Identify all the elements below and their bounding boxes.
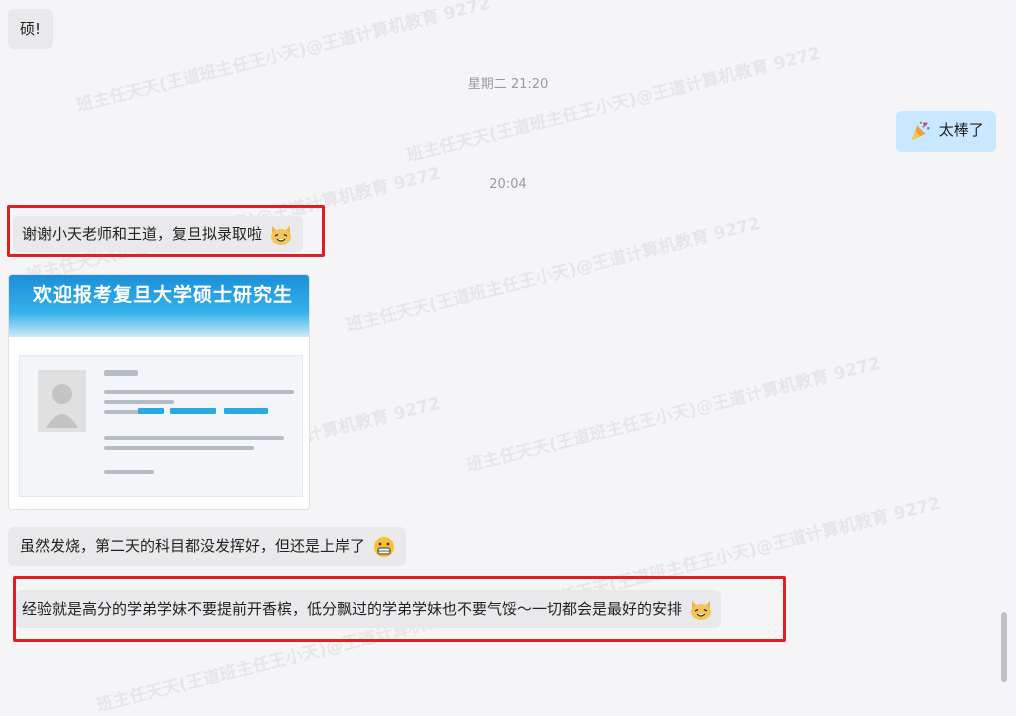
person-silhouette-icon	[46, 384, 78, 428]
party-popper-emoji-icon	[911, 121, 930, 140]
avatar-placeholder	[38, 370, 86, 432]
message-text: 虽然发烧，第二天的科目都没发挥好，但还是上岸了	[20, 537, 366, 555]
watermark: 班主任天天(王道班主任王小天)@王道计算机教育 9272	[464, 353, 883, 477]
message-text: 谢谢小天老师和王道，复旦拟录取啦	[22, 225, 263, 243]
timestamp: 20:04	[489, 177, 527, 192]
watermark: 班主任天天(王道班主任王小天)@王道计算机教育 9272	[74, 0, 493, 117]
cat-face-emoji-icon	[690, 600, 711, 620]
watermark: 班主任天天(王道班主任王小天)@王道计算机教育 9272	[344, 213, 763, 337]
message-bubble[interactable]: 经验就是高分的学弟学妹不要提前开香槟，低分飘过的学弟学妹也不要气馁～一切都会是最…	[15, 590, 721, 628]
message-text: 硕!	[20, 20, 42, 38]
cat-face-emoji-icon	[270, 225, 291, 245]
message-bubble[interactable]: 谢谢小天老师和王道，复旦拟录取啦	[13, 216, 303, 252]
blurred-line	[104, 446, 254, 450]
blurred-line	[104, 436, 284, 440]
blurred-line	[104, 390, 294, 394]
message-bubble[interactable]: 虽然发烧，第二天的科目都没发挥好，但还是上岸了	[8, 527, 406, 566]
message-bubble[interactable]: 硕!	[8, 9, 54, 49]
chat-area: 班主任天天(王道班主任王小天)@王道计算机教育 9272 班主任天天(王道班主任…	[0, 0, 1016, 716]
card-title: 欢迎报考复旦大学硕士研究生	[9, 275, 309, 337]
status-tag	[170, 408, 216, 414]
status-tag	[138, 408, 164, 414]
scrollbar-thumb[interactable]	[1001, 612, 1007, 682]
status-tag	[224, 408, 268, 414]
admission-image-card[interactable]: 欢迎报考复旦大学硕士研究生	[8, 274, 310, 510]
grinning-face-emoji-icon	[373, 536, 394, 557]
blurred-line	[104, 400, 174, 404]
applicant-info-panel	[19, 355, 303, 497]
message-bubble-outgoing[interactable]: 太棒了	[896, 111, 996, 152]
blurred-line	[104, 470, 154, 474]
timestamp: 星期二 21:20	[467, 77, 549, 92]
watermark: 班主任天天(王道班主任王小天)@王道计算机教育 9272	[404, 43, 823, 167]
message-text: 经验就是高分的学弟学妹不要提前开香槟，低分飘过的学弟学妹也不要气馁～一切都会是最…	[22, 600, 683, 618]
blurred-name	[104, 370, 138, 376]
message-text: 太棒了	[938, 121, 984, 139]
